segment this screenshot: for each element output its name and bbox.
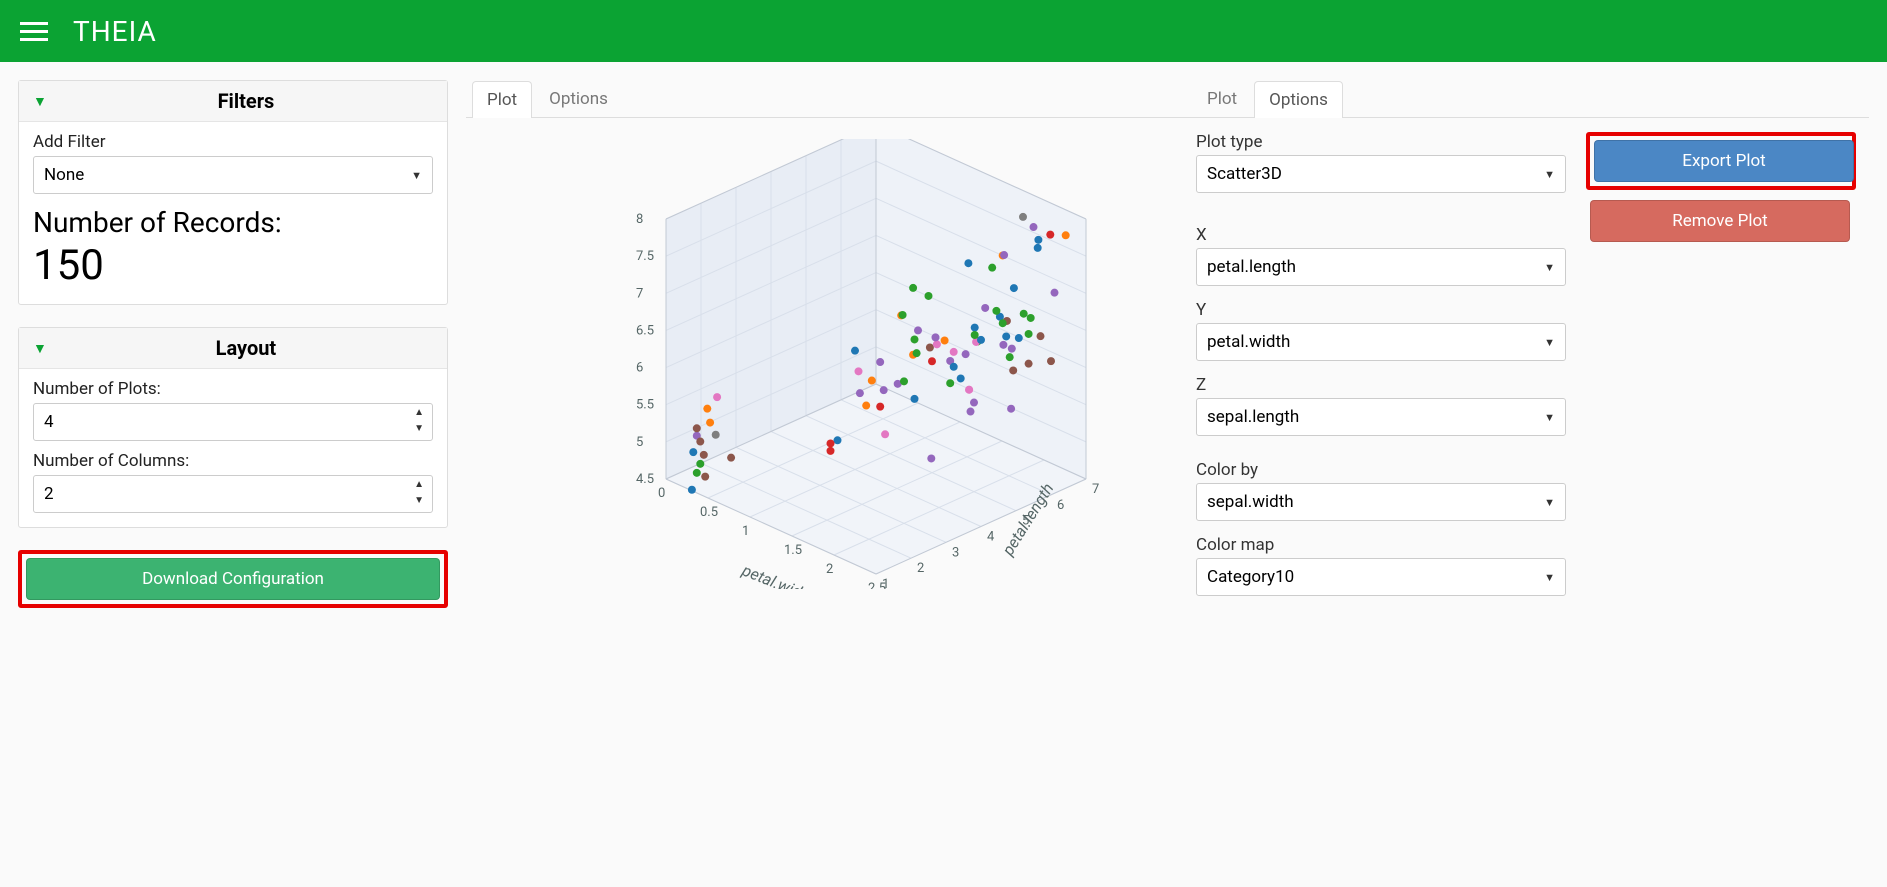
num-plots-value: 4 (44, 412, 54, 432)
add-filter-label: Add Filter (33, 132, 433, 152)
plot-type-select[interactable]: Scatter3D (1196, 155, 1566, 193)
svg-text:7: 7 (1092, 482, 1099, 497)
layout-panel: ▼ Layout Number of Plots: 4 ▲ ▼ Number of… (18, 327, 448, 528)
y-select[interactable]: petal.width (1196, 323, 1566, 361)
svg-text:4.5: 4.5 (636, 472, 654, 487)
chevron-down-icon: ▼ (33, 340, 47, 357)
svg-text:5: 5 (636, 435, 643, 450)
num-cols-label: Number of Columns: (33, 451, 433, 471)
tab-plot-left[interactable]: Plot (472, 81, 532, 118)
svg-text:3: 3 (952, 545, 959, 560)
svg-text:6.5: 6.5 (636, 323, 654, 338)
tab-options-right[interactable]: Options (1254, 81, 1343, 118)
plot-type-label: Plot type (1196, 132, 1566, 152)
layout-title: Layout (59, 336, 433, 360)
num-plots-input[interactable]: 4 ▲ ▼ (33, 403, 433, 441)
svg-text:6: 6 (636, 361, 643, 376)
topbar: THEIA (0, 0, 1887, 62)
download-highlight: Download Configuration (18, 550, 448, 608)
export-highlight: Export Plot (1586, 132, 1856, 190)
svg-text:2: 2 (826, 562, 833, 577)
download-config-button[interactable]: Download Configuration (26, 558, 440, 600)
filters-title: Filters (59, 89, 433, 113)
records-label: Number of Records: (33, 206, 433, 239)
plot-area: 4.555.566.577.5800.511.522.51234567petal… (466, 118, 1186, 610)
layout-header[interactable]: ▼ Layout (19, 328, 447, 369)
spin-down-icon[interactable]: ▼ (412, 422, 426, 436)
spin-up-icon[interactable]: ▲ (412, 478, 426, 492)
colorby-label: Color by (1196, 460, 1566, 480)
svg-text:8: 8 (636, 212, 643, 227)
svg-text:5.5: 5.5 (636, 398, 654, 413)
add-filter-value: None (44, 165, 84, 185)
spin-down-icon[interactable]: ▼ (412, 494, 426, 508)
colormap-label: Color map (1196, 535, 1566, 555)
z-select[interactable]: sepal.length (1196, 398, 1566, 436)
x-label: X (1196, 225, 1566, 245)
scatter3d-chart[interactable]: 4.555.566.577.5800.511.522.51234567petal… (546, 139, 1106, 589)
y-label: Y (1196, 300, 1566, 320)
svg-text:0: 0 (658, 486, 665, 501)
records-value: 150 (33, 241, 433, 290)
colormap-select[interactable]: Category10 (1196, 558, 1566, 596)
svg-text:petal.width: petal.width (739, 560, 818, 589)
content-area: Plot Options 4.555.566.577.5800.511.522.… (466, 80, 1869, 610)
svg-text:1: 1 (882, 577, 889, 589)
plot-tabs: Plot Options (466, 80, 1186, 118)
spin-up-icon[interactable]: ▲ (412, 406, 426, 420)
num-cols-value: 2 (44, 484, 54, 504)
remove-plot-button[interactable]: Remove Plot (1590, 200, 1850, 242)
colorby-select[interactable]: sepal.width (1196, 483, 1566, 521)
tab-options-left[interactable]: Options (534, 80, 623, 117)
svg-text:1.5: 1.5 (784, 543, 802, 558)
svg-text:2: 2 (917, 561, 924, 576)
main-layout: ▼ Filters Add Filter None Number of Reco… (0, 62, 1887, 628)
x-select[interactable]: petal.length (1196, 248, 1566, 286)
num-cols-input[interactable]: 2 ▲ ▼ (33, 475, 433, 513)
num-plots-label: Number of Plots: (33, 379, 433, 399)
export-plot-button[interactable]: Export Plot (1594, 140, 1854, 182)
add-filter-select[interactable]: None (33, 156, 433, 194)
filters-panel: ▼ Filters Add Filter None Number of Reco… (18, 80, 448, 305)
svg-text:4: 4 (987, 530, 995, 545)
svg-text:0.5: 0.5 (700, 505, 718, 520)
svg-text:6: 6 (1057, 498, 1064, 513)
chevron-down-icon: ▼ (33, 93, 47, 110)
svg-text:7: 7 (636, 286, 643, 301)
tab-plot-right[interactable]: Plot (1192, 80, 1252, 117)
plot-column: Plot Options 4.555.566.577.5800.511.522.… (466, 80, 1186, 610)
svg-text:7.5: 7.5 (636, 249, 654, 264)
filters-header[interactable]: ▼ Filters (19, 81, 447, 122)
menu-icon[interactable] (20, 17, 48, 45)
z-label: Z (1196, 375, 1566, 395)
app-title: THEIA (73, 15, 157, 48)
sidebar: ▼ Filters Add Filter None Number of Reco… (18, 80, 448, 610)
opts-tabs: Plot Options (1186, 80, 1869, 118)
svg-text:1: 1 (742, 524, 749, 539)
options-column: Plot Options Plot type Scatter3D X petal… (1186, 80, 1869, 610)
